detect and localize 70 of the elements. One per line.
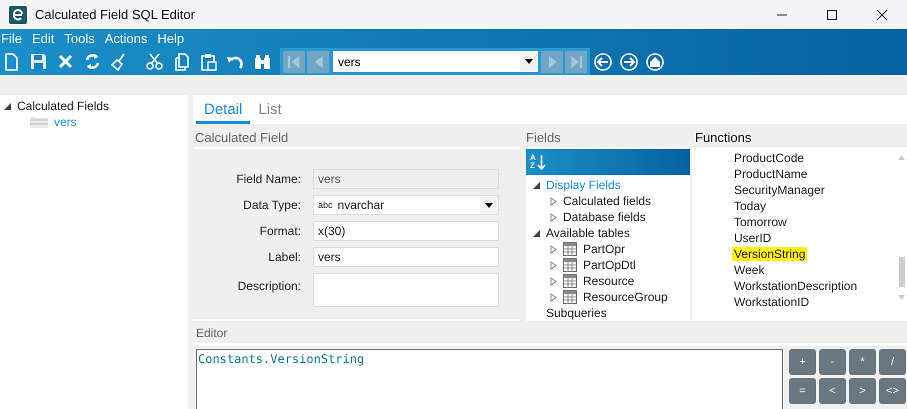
scrollbar-thumb[interactable] <box>899 257 905 287</box>
operator-button[interactable]: / <box>879 349 906 375</box>
scissors-icon[interactable] <box>145 52 164 71</box>
operator-button[interactable]: + <box>789 349 816 375</box>
function-item[interactable]: UserID <box>732 231 774 245</box>
home-icon[interactable] <box>645 52 665 72</box>
record-combo-box[interactable]: vers <box>333 51 538 72</box>
tree-item[interactable]: Calculated fields <box>563 194 652 208</box>
operator-button[interactable]: = <box>789 378 816 404</box>
operator-button[interactable]: - <box>819 349 846 375</box>
table-grid-icon <box>563 242 577 256</box>
tree-item[interactable]: Calculated Fields <box>17 99 110 113</box>
table-grid-icon <box>563 290 577 304</box>
dropdown-caret-icon <box>525 59 533 64</box>
copy-icon[interactable] <box>172 52 191 71</box>
tree-item[interactable]: PartOpDtl <box>583 258 636 272</box>
input-field[interactable]: x(30) <box>313 221 499 241</box>
function-item[interactable]: WorkstationID <box>732 295 812 309</box>
function-item[interactable]: Tomorrow <box>732 215 789 229</box>
tree-item[interactable]: Subqueries <box>546 306 607 320</box>
operator-button[interactable]: * <box>849 349 876 375</box>
field-label: Data Type: <box>242 198 301 212</box>
function-item[interactable]: ProductName <box>732 167 810 181</box>
down-arrow-icon <box>536 154 546 170</box>
menu-item[interactable]: Tools <box>63 31 100 46</box>
tab[interactable]: Detail <box>196 101 250 124</box>
menu-item[interactable]: Help <box>156 31 190 46</box>
function-item[interactable]: VersionString <box>732 247 808 261</box>
menu-item[interactable]: Edit <box>30 31 60 46</box>
operator-button[interactable]: > <box>849 378 876 404</box>
close-icon[interactable] <box>876 8 888 20</box>
app-logo-icon <box>9 6 27 24</box>
sort-button[interactable]: A Z <box>530 154 546 170</box>
operator-button[interactable]: <> <box>879 378 906 404</box>
function-item[interactable]: ProductCode <box>732 151 806 165</box>
description-field[interactable] <box>313 273 499 307</box>
function-item[interactable]: Today <box>732 199 768 213</box>
refresh-icon[interactable] <box>83 52 102 71</box>
new-document-icon[interactable] <box>2 52 21 71</box>
save-icon[interactable] <box>29 52 48 71</box>
input-field[interactable]: vers <box>313 247 499 267</box>
folder-icon <box>30 116 48 128</box>
function-item[interactable]: Week <box>732 263 766 277</box>
tree-item[interactable]: Display Fields <box>546 178 621 192</box>
tree-item[interactable]: vers <box>54 115 77 129</box>
field-label: Description: <box>236 278 301 293</box>
delete-icon[interactable] <box>56 52 75 71</box>
data-type-select[interactable]: abc nvarchar <box>313 195 499 215</box>
tree-item[interactable]: Database fields <box>563 210 646 224</box>
function-item[interactable]: SecurityManager <box>732 183 827 197</box>
tab[interactable]: List <box>250 101 290 124</box>
menu-item[interactable]: File <box>0 31 27 46</box>
field-label: Field Name: <box>235 172 301 186</box>
dropdown-caret-icon <box>485 202 493 208</box>
tree-item[interactable]: Resource <box>583 274 634 288</box>
field-label: Label: <box>267 250 301 264</box>
function-item[interactable]: WorkstationDescription <box>732 279 860 293</box>
field-label: Format: <box>258 224 301 238</box>
tree-item[interactable]: PartOpr <box>583 242 626 256</box>
binoculars-icon[interactable] <box>253 52 272 71</box>
paste-icon[interactable] <box>199 52 218 71</box>
tree-item[interactable]: Available tables <box>546 226 630 240</box>
tree-item[interactable]: ResourceGroup <box>583 290 668 304</box>
code-editor[interactable]: Constants.VersionString <box>196 349 783 409</box>
operator-button[interactable]: < <box>819 378 846 404</box>
window-title: Calculated Field SQL Editor <box>35 7 195 22</box>
maximize-icon[interactable] <box>826 8 838 20</box>
table-grid-icon <box>563 274 577 288</box>
table-grid-icon <box>563 258 577 272</box>
menu-item[interactable]: Actions <box>104 31 152 46</box>
